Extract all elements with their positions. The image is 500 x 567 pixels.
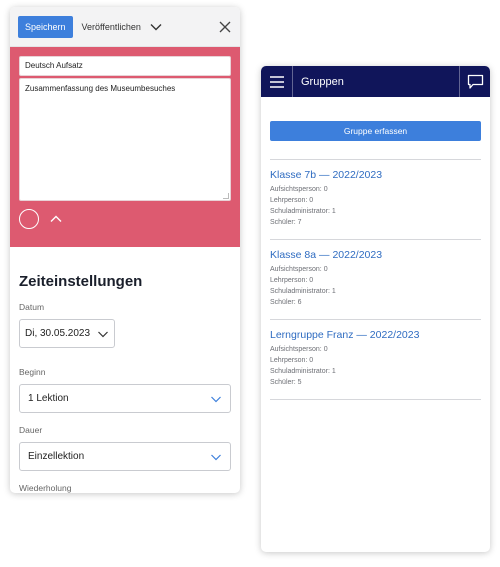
supervisor-count: Aufsichtsperson: 0 (270, 266, 328, 273)
admin-count: Schuladministrator: 1 (270, 288, 336, 295)
title-input[interactable]: Deutsch Aufsatz (19, 56, 231, 76)
supervisor-count: Aufsichtsperson: 0 (270, 346, 328, 353)
chevron-down-icon[interactable] (149, 20, 163, 34)
list-item: Klasse 7b — 2022/2023 Aufsichtsperson: 0… (270, 160, 481, 240)
time-settings: Zeiteinstellungen Datum Di, 30.05.2023 B… (10, 273, 240, 493)
chevron-down-icon (211, 454, 221, 460)
start-select[interactable]: 1 Lektion (19, 384, 231, 413)
student-count: Schüler: 7 (270, 219, 302, 226)
supervisor-count: Aufsichtsperson: 0 (270, 186, 328, 193)
lesson-card: Deutsch Aufsatz Zusammenfassung des Muse… (10, 47, 240, 247)
admin-count: Schuladministrator: 1 (270, 368, 336, 375)
circle-icon[interactable] (19, 209, 39, 229)
chevron-down-icon (211, 396, 221, 402)
student-count: Schüler: 6 (270, 299, 302, 306)
close-icon[interactable] (218, 20, 232, 34)
group-link[interactable]: Klasse 7b — 2022/2023 (270, 169, 481, 181)
start-label: Beginn (19, 367, 46, 377)
chevron-up-icon[interactable] (49, 212, 63, 226)
list-item: Lerngruppe Franz — 2022/2023 Aufsichtspe… (270, 320, 481, 400)
duration-select[interactable]: Einzellektion (19, 442, 231, 471)
group-stats: Aufsichtsperson: 0 Lehrperson: 0 Schulad… (270, 184, 481, 228)
settings-heading: Zeiteinstellungen (19, 273, 143, 290)
editor-toolbar: Speichern Veröffentlichen (10, 7, 240, 47)
teacher-count: Lehrperson: 0 (270, 197, 314, 204)
teacher-count: Lehrperson: 0 (270, 357, 314, 364)
group-list: Klasse 7b — 2022/2023 Aufsichtsperson: 0… (270, 159, 481, 400)
duration-value: Einzellektion (28, 451, 85, 462)
student-count: Schüler: 5 (270, 379, 302, 386)
resize-handle[interactable] (223, 193, 229, 199)
publish-dropdown-label[interactable]: Veröffentlichen (82, 22, 141, 32)
menu-lines-icon (269, 75, 284, 88)
create-group-button[interactable]: Gruppe erfassen (270, 121, 481, 141)
top-navbar: Gruppen (261, 66, 490, 97)
lesson-editor-panel: Speichern Veröffentlichen Deutsch Aufsat… (10, 7, 240, 493)
chat-glyph-icon (467, 74, 483, 89)
summary-text: Zusammenfassung des Museumbesuches (25, 84, 176, 93)
list-item: Klasse 8a — 2022/2023 Aufsichtsperson: 0… (270, 240, 481, 320)
save-button[interactable]: Speichern (18, 15, 73, 38)
repeat-label: Wiederholung (19, 483, 72, 493)
date-select[interactable]: Di, 30.05.2023 (19, 319, 115, 348)
page-title: Gruppen (301, 75, 344, 88)
admin-count: Schuladministrator: 1 (270, 208, 336, 215)
chat-bubble-icon[interactable] (459, 66, 490, 97)
hamburger-menu-icon[interactable] (261, 66, 293, 97)
group-stats: Aufsichtsperson: 0 Lehrperson: 0 Schulad… (270, 264, 481, 308)
start-value: 1 Lektion (28, 393, 69, 404)
teacher-count: Lehrperson: 0 (270, 277, 314, 284)
group-link[interactable]: Klasse 8a — 2022/2023 (270, 249, 481, 261)
summary-textarea[interactable]: Zusammenfassung des Museumbesuches (19, 78, 231, 201)
group-link[interactable]: Lerngruppe Franz — 2022/2023 (270, 329, 481, 341)
duration-label: Dauer (19, 425, 43, 435)
date-value: Di, 30.05.2023 (25, 328, 91, 339)
card-controls (19, 209, 231, 229)
date-label: Datum (19, 302, 45, 312)
groups-panel: Gruppen Gruppe erfassen Klasse 7b — 2022… (261, 66, 490, 552)
group-stats: Aufsichtsperson: 0 Lehrperson: 0 Schulad… (270, 344, 481, 388)
chevron-down-icon (98, 331, 108, 337)
